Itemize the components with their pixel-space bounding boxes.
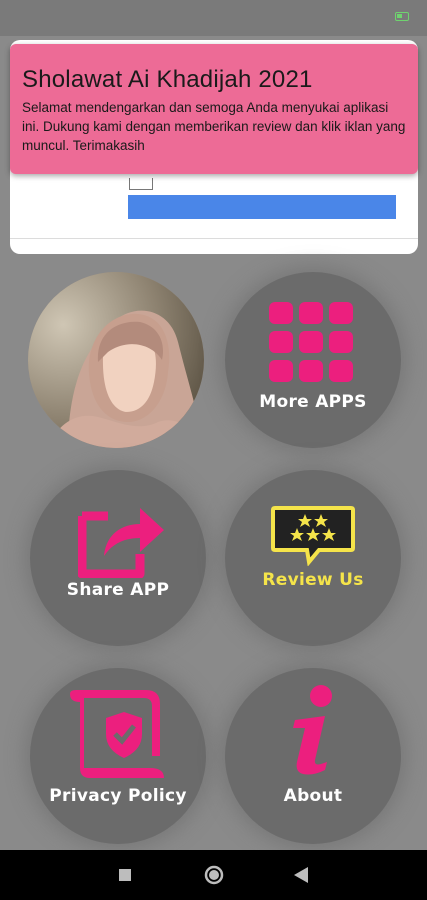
navigation-bar — [0, 850, 427, 900]
avatar[interactable] — [28, 272, 204, 448]
ad-icon — [129, 178, 153, 190]
more-apps-label: More APPS — [259, 392, 367, 412]
home-icon — [204, 865, 224, 885]
divider — [10, 238, 418, 239]
share-app-button[interactable]: Share APP — [30, 470, 206, 646]
about-button[interactable]: About — [225, 668, 401, 844]
about-label: About — [283, 786, 343, 806]
back-button[interactable] — [272, 850, 332, 900]
welcome-banner: Sholawat Ai Khadijah 2021 Selamat menden… — [10, 44, 418, 174]
battery-icon — [395, 12, 409, 21]
share-icon — [78, 508, 164, 578]
review-us-button[interactable]: Review Us — [225, 470, 401, 646]
shield-scroll-icon — [70, 690, 164, 778]
privacy-policy-button[interactable]: Privacy Policy — [30, 668, 206, 844]
recent-apps-icon — [119, 869, 131, 881]
back-icon — [294, 867, 308, 883]
ad-banner[interactable] — [128, 195, 396, 219]
star-rating-icon — [271, 506, 355, 566]
banner-title: Sholawat Ai Khadijah 2021 — [22, 66, 313, 93]
status-bar — [0, 0, 427, 36]
info-icon — [293, 685, 332, 775]
home-button[interactable] — [184, 850, 244, 900]
more-apps-button[interactable]: More APPS — [225, 272, 401, 448]
avatar-image — [28, 272, 204, 448]
banner-message: Selamat mendengarkan dan semoga Anda men… — [22, 100, 406, 153]
privacy-policy-label: Privacy Policy — [49, 786, 187, 806]
review-us-label: Review Us — [262, 570, 364, 590]
recent-apps-button[interactable] — [95, 850, 155, 900]
share-app-label: Share APP — [66, 580, 170, 600]
grid-icon — [269, 302, 353, 382]
